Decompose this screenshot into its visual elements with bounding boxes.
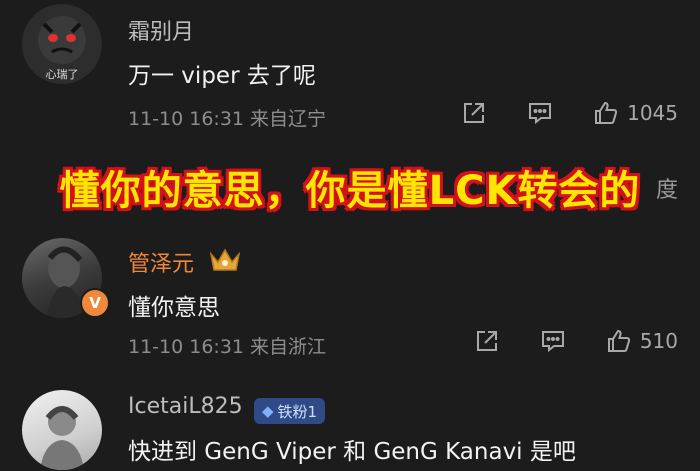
crown-badge-icon [209,248,241,271]
comment-actions: 1045 [461,96,678,130]
like-count: 1045 [627,101,678,125]
caption-overlay: 懂你的意思，你是懂LCK转会的 [0,152,700,222]
comment-meta: 11-10 16:31 来自辽宁 [128,108,327,130]
comment-item: 心瑞了 霜别月 万一 viper 去了呢 11-10 16:31 来自辽宁 10… [0,0,700,150]
comment-text: 懂你意思 [128,295,220,321]
comment-text: 万一 viper 去了呢 [128,63,316,89]
username[interactable]: IcetaiL825 [128,394,243,419]
reply-button[interactable] [540,328,566,354]
overlay-caption: 懂你的意思，你是懂LCK转会的 [59,168,641,214]
username[interactable]: 管泽元 [128,246,194,278]
like-button[interactable]: 510 [606,328,678,354]
reply-button[interactable] [527,100,553,126]
like-button[interactable]: 1045 [593,100,678,126]
share-icon [464,103,485,123]
share-button[interactable] [474,328,500,354]
comment-item: IcetaiL825 ◆ 铁粉1 快进到 GenG Viper 和 GenG K… [0,382,700,471]
like-icon [595,101,618,124]
fan-badge-label: 铁粉1 [277,402,318,421]
username[interactable]: 霜别月 [128,14,194,46]
avatar[interactable]: 心瑞了 [22,4,102,84]
fan-badge: ◆ 铁粉1 [254,398,326,424]
like-icon [607,329,630,352]
clipped-text: 度 [655,178,678,203]
comment-text: 快进到 GenG Viper 和 GenG Kanavi 是吧 [128,439,576,465]
comment-meta: 11-10 16:31 来自浙江 [128,336,327,358]
reply-icon [541,331,564,353]
share-button[interactable] [461,100,487,126]
vip-badge-icon: V [80,288,110,318]
avatar-caption: 心瑞了 [46,67,79,81]
diamond-icon: ◆ [262,402,274,420]
comment-actions: 510 [474,324,678,358]
avatar[interactable] [22,390,102,470]
reply-icon [529,103,552,125]
like-count: 510 [639,329,678,353]
share-icon [476,331,497,351]
